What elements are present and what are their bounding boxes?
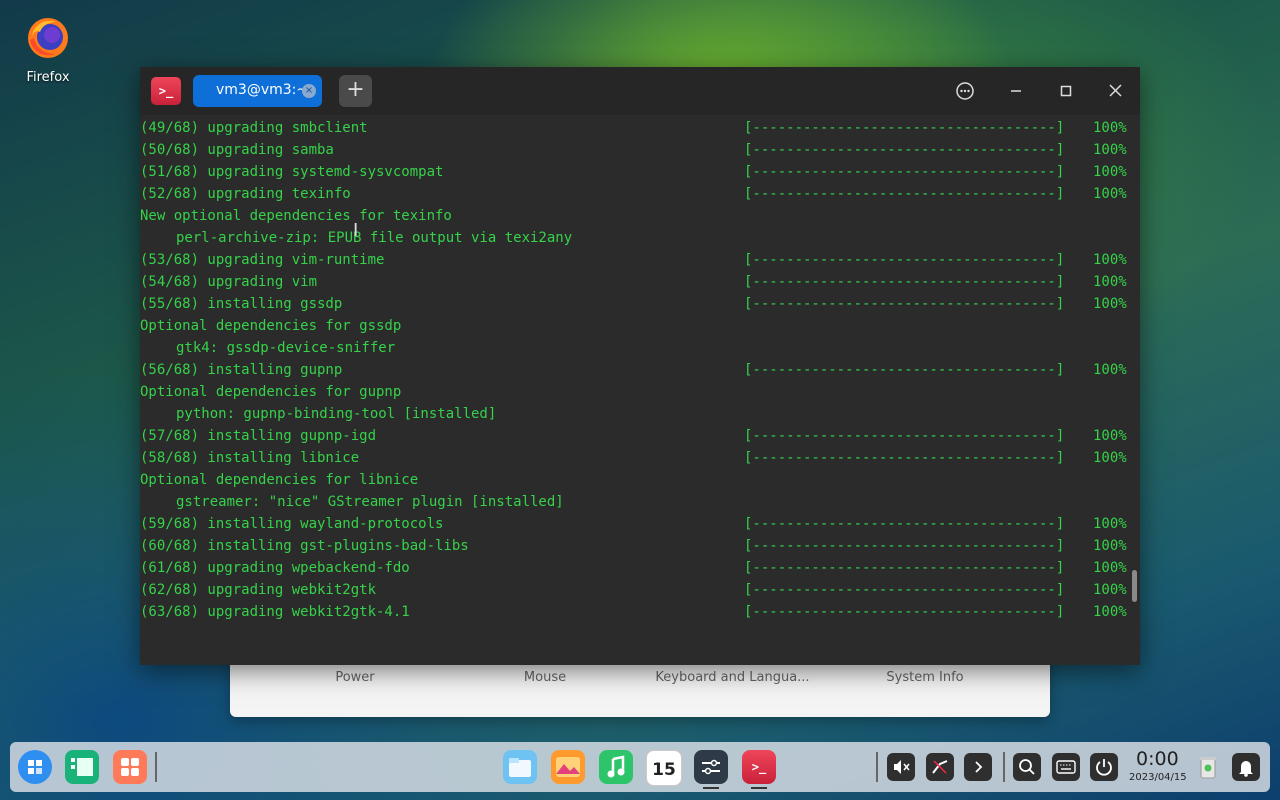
terminal-line-text: (57/68) installing gupnp-igd	[140, 428, 377, 444]
terminal-line-text: (54/68) upgrading vim	[140, 274, 318, 290]
progress-bar-text: [------------------------------------]	[744, 186, 1065, 202]
tab-title: vm3@vm3:~	[216, 82, 309, 98]
progress-percent: 100%	[1093, 142, 1127, 158]
text-cursor-icon: I	[353, 220, 359, 241]
terminal-line-text: (52/68) upgrading texinfo	[140, 186, 351, 202]
workspace-icon[interactable]	[113, 750, 147, 784]
new-tab-button[interactable]: +	[339, 75, 372, 107]
progress-percent: 100%	[1093, 582, 1127, 598]
progress-bar-text: [------------------------------------]	[744, 252, 1065, 268]
chevron-right-icon[interactable]	[964, 753, 992, 781]
dock: 15 >_ 0:00 2023/04/15	[10, 742, 1270, 792]
active-indicator	[703, 787, 719, 789]
active-indicator-terminal	[751, 787, 767, 789]
progress-bar-text: [------------------------------------]	[744, 120, 1065, 136]
terminal-window: >_ vm3@vm3:~ × + (49/68) upgrading smbcl…	[140, 67, 1140, 665]
terminal-line-text: Optional dependencies for gssdp	[140, 318, 402, 334]
terminal-line-text: (61/68) upgrading wpebackend-fdo	[140, 560, 410, 576]
settings-tab-mouse[interactable]: Mouse	[480, 670, 610, 685]
terminal-line-text: Optional dependencies for libnice	[140, 472, 419, 488]
file-manager-icon[interactable]	[503, 750, 537, 784]
clock-date[interactable]: 2023/04/15	[1129, 772, 1187, 783]
desktop-firefox-label: Firefox	[26, 70, 70, 85]
progress-percent: 100%	[1093, 604, 1127, 620]
progress-percent: 100%	[1093, 450, 1127, 466]
settings-tab-power[interactable]: Power	[230, 670, 480, 685]
calendar-icon[interactable]: 15	[646, 750, 682, 786]
progress-percent: 100%	[1093, 538, 1127, 554]
terminal-line-text: (62/68) upgrading webkit2gtk	[140, 582, 377, 598]
dock-separator-tray	[876, 752, 878, 782]
image-viewer-icon[interactable]	[551, 750, 585, 784]
progress-percent: 100%	[1093, 120, 1127, 136]
progress-bar-text: [------------------------------------]	[744, 142, 1065, 158]
menu-icon[interactable]	[952, 79, 978, 103]
terminal-line-text: python: gupnp-binding-tool [installed]	[176, 406, 497, 422]
terminal-dock-icon[interactable]: >_	[742, 750, 776, 784]
dock-separator-tray2	[1003, 752, 1005, 782]
progress-percent: 100%	[1093, 516, 1127, 532]
terminal-line-text: gtk4: gssdp-device-sniffer	[176, 340, 396, 356]
progress-percent: 100%	[1093, 428, 1127, 444]
terminal-line-text: New optional dependencies for texinfo	[140, 208, 452, 224]
close-icon[interactable]	[1102, 79, 1128, 103]
terminal-line-text: (53/68) upgrading vim-runtime	[140, 252, 385, 268]
terminal-scrollbar[interactable]	[1132, 570, 1137, 602]
terminal-output[interactable]: (49/68) upgrading smbclient [------------…	[140, 115, 1140, 665]
search-icon[interactable]	[1013, 753, 1041, 781]
progress-percent: 100%	[1093, 560, 1127, 576]
progress-percent: 100%	[1093, 274, 1127, 290]
progress-percent: 100%	[1093, 164, 1127, 180]
terminal-line-text: (51/68) upgrading systemd-sysvcompat	[140, 164, 444, 180]
settings-tab-system-info[interactable]: System Info	[855, 670, 995, 685]
minimize-icon[interactable]	[1003, 79, 1029, 103]
terminal-line-text: (63/68) upgrading webkit2gtk-4.1	[140, 604, 410, 620]
notification-bell-icon[interactable]	[1232, 753, 1260, 781]
power-icon[interactable]	[1090, 753, 1118, 781]
desktop-firefox[interactable]: Firefox	[18, 16, 78, 85]
terminal-line-text: (59/68) installing wayland-protocols	[140, 516, 444, 532]
progress-bar-text: [------------------------------------]	[744, 604, 1065, 620]
progress-bar-text: [------------------------------------]	[744, 538, 1065, 554]
volume-muted-icon[interactable]	[887, 753, 915, 781]
progress-percent: 100%	[1093, 296, 1127, 312]
tab-close-icon[interactable]: ×	[302, 84, 316, 98]
progress-bar-text: [------------------------------------]	[744, 516, 1065, 532]
progress-bar-text: [------------------------------------]	[744, 582, 1065, 598]
terminal-line-text: (55/68) installing gssdp	[140, 296, 343, 312]
maximize-icon[interactable]	[1053, 79, 1079, 103]
trash-icon[interactable]	[1191, 750, 1225, 784]
progress-bar-text: [------------------------------------]	[744, 560, 1065, 576]
terminal-line-text: (58/68) installing libnice	[140, 450, 360, 466]
network-disabled-icon[interactable]	[926, 753, 954, 781]
music-icon[interactable]	[599, 750, 633, 784]
progress-bar-text: [------------------------------------]	[744, 164, 1065, 180]
clock-time[interactable]: 0:00	[1136, 748, 1179, 770]
multitask-view-icon[interactable]	[65, 750, 99, 784]
firefox-icon	[26, 16, 70, 60]
terminal-line-text: (50/68) upgrading samba	[140, 142, 334, 158]
terminal-line-text: (60/68) installing gst-plugins-bad-libs	[140, 538, 469, 554]
progress-percent: 100%	[1093, 252, 1127, 268]
progress-bar-text: [------------------------------------]	[744, 362, 1065, 378]
terminal-line-text: Optional dependencies for gupnp	[140, 384, 402, 400]
tab-terminal-session[interactable]: vm3@vm3:~ ×	[193, 75, 322, 107]
terminal-line-text: (56/68) installing gupnp	[140, 362, 343, 378]
keyboard-icon[interactable]	[1052, 753, 1080, 781]
progress-bar-text: [------------------------------------]	[744, 296, 1065, 312]
progress-percent: 100%	[1093, 362, 1127, 378]
settings-tab-keyboard[interactable]: Keyboard and Langua...	[610, 670, 855, 685]
launcher-icon[interactable]	[18, 750, 52, 784]
terminal-titlebar[interactable]: >_ vm3@vm3:~ × +	[140, 67, 1140, 115]
control-center-icon[interactable]	[694, 750, 728, 784]
progress-bar-text: [------------------------------------]	[744, 450, 1065, 466]
terminal-line-text: (49/68) upgrading smbclient	[140, 120, 368, 136]
progress-bar-text: [------------------------------------]	[744, 274, 1065, 290]
progress-percent: 100%	[1093, 186, 1127, 202]
terminal-line-text: gstreamer: "nice" GStreamer plugin [inst…	[176, 494, 564, 510]
progress-bar-text: [------------------------------------]	[744, 428, 1065, 444]
terminal-app-icon[interactable]: >_	[151, 77, 181, 105]
dock-separator	[155, 752, 157, 782]
